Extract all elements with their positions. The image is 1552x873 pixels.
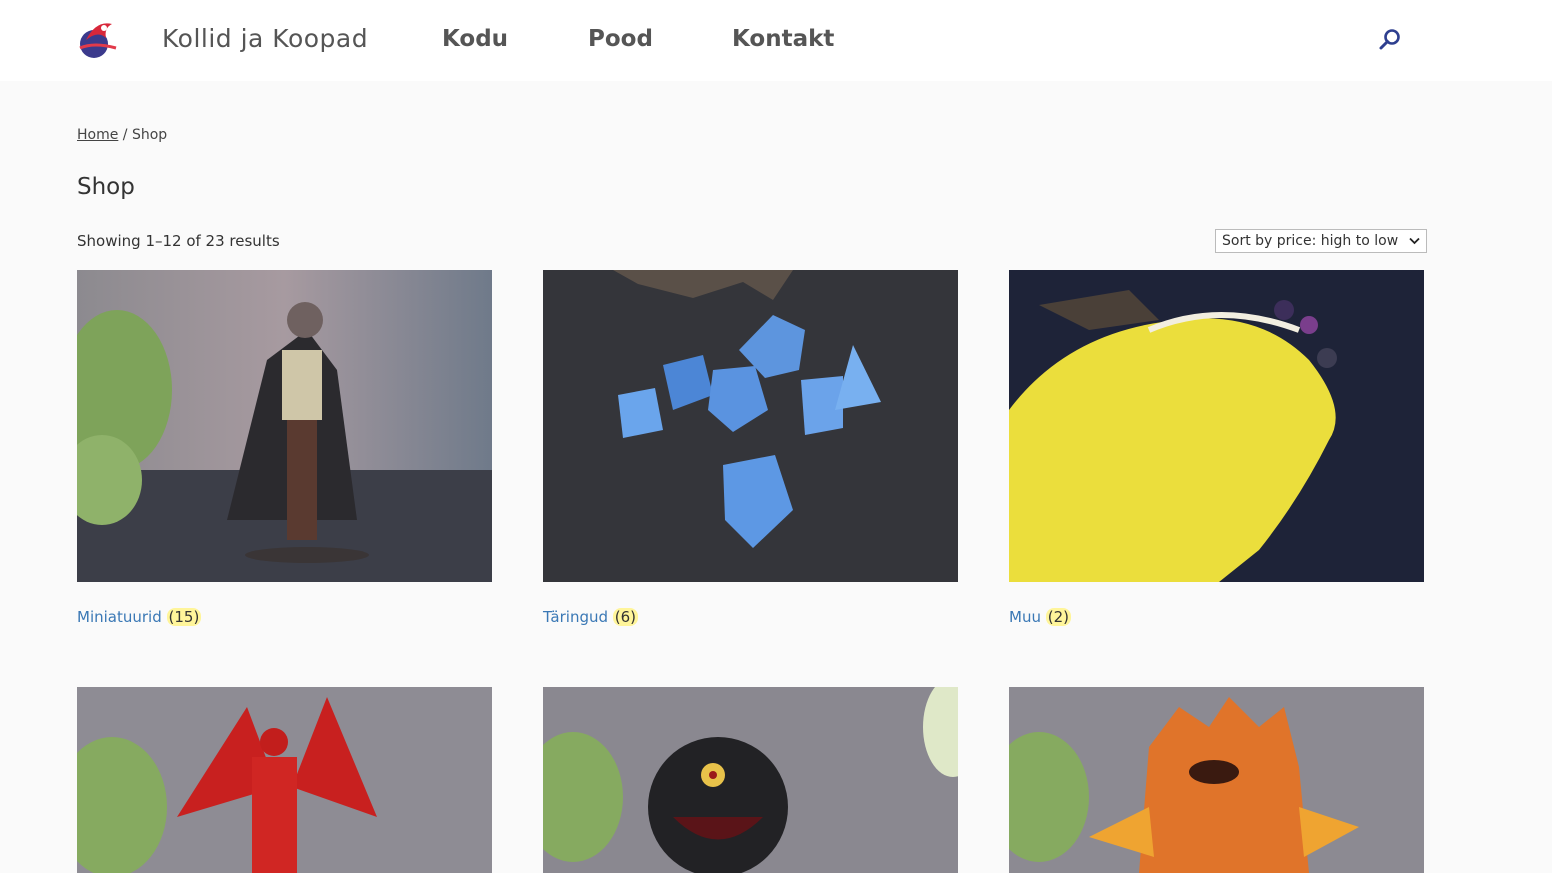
breadcrumb-current: Shop [131, 127, 168, 143]
sort-select[interactable]: Sort by price: high to low [1215, 229, 1427, 253]
category-count-badge: (15) [166, 608, 202, 626]
category-name: Miniatuurid [77, 608, 162, 626]
product-image-fire-elemental[interactable] [1009, 687, 1424, 873]
category-link-muu[interactable]: Muu (2) [1009, 608, 1071, 626]
breadcrumb: Home / Shop [77, 127, 167, 143]
search-icon[interactable] [1377, 27, 1403, 53]
category-link-taringud[interactable]: Täringud (6) [543, 608, 639, 626]
sort-select-value: Sort by price: high to low [1222, 233, 1399, 249]
category-link-miniatuurid[interactable]: Miniatuurid (15) [77, 608, 202, 626]
category-name: Täringud [543, 608, 608, 626]
breadcrumb-separator: / [118, 127, 132, 143]
category-name: Muu [1009, 608, 1041, 626]
category-count-badge: (2) [1045, 608, 1071, 626]
category-image-taringud[interactable] [543, 270, 958, 582]
category-count-badge: (6) [612, 608, 639, 626]
product-image-beholder[interactable] [543, 687, 958, 873]
product-image-red-demon[interactable] [77, 687, 492, 873]
site-title[interactable]: Kollid ja Koopad [162, 24, 368, 53]
result-count: Showing 1–12 of 23 results [77, 232, 280, 250]
nav-item-kontakt[interactable]: Kontakt [732, 26, 834, 52]
category-image-miniatuurid[interactable] [77, 270, 492, 582]
category-image-muu[interactable] [1009, 270, 1424, 582]
nav-item-pood[interactable]: Pood [588, 26, 653, 52]
site-header: Kollid ja Koopad Kodu Pood Kontakt [0, 0, 1552, 81]
nav-item-kodu[interactable]: Kodu [442, 26, 508, 52]
page-title: Shop [77, 174, 135, 200]
breadcrumb-home-link[interactable]: Home [77, 127, 118, 143]
logo-icon[interactable] [76, 18, 118, 60]
chevron-down-icon [1409, 237, 1420, 245]
